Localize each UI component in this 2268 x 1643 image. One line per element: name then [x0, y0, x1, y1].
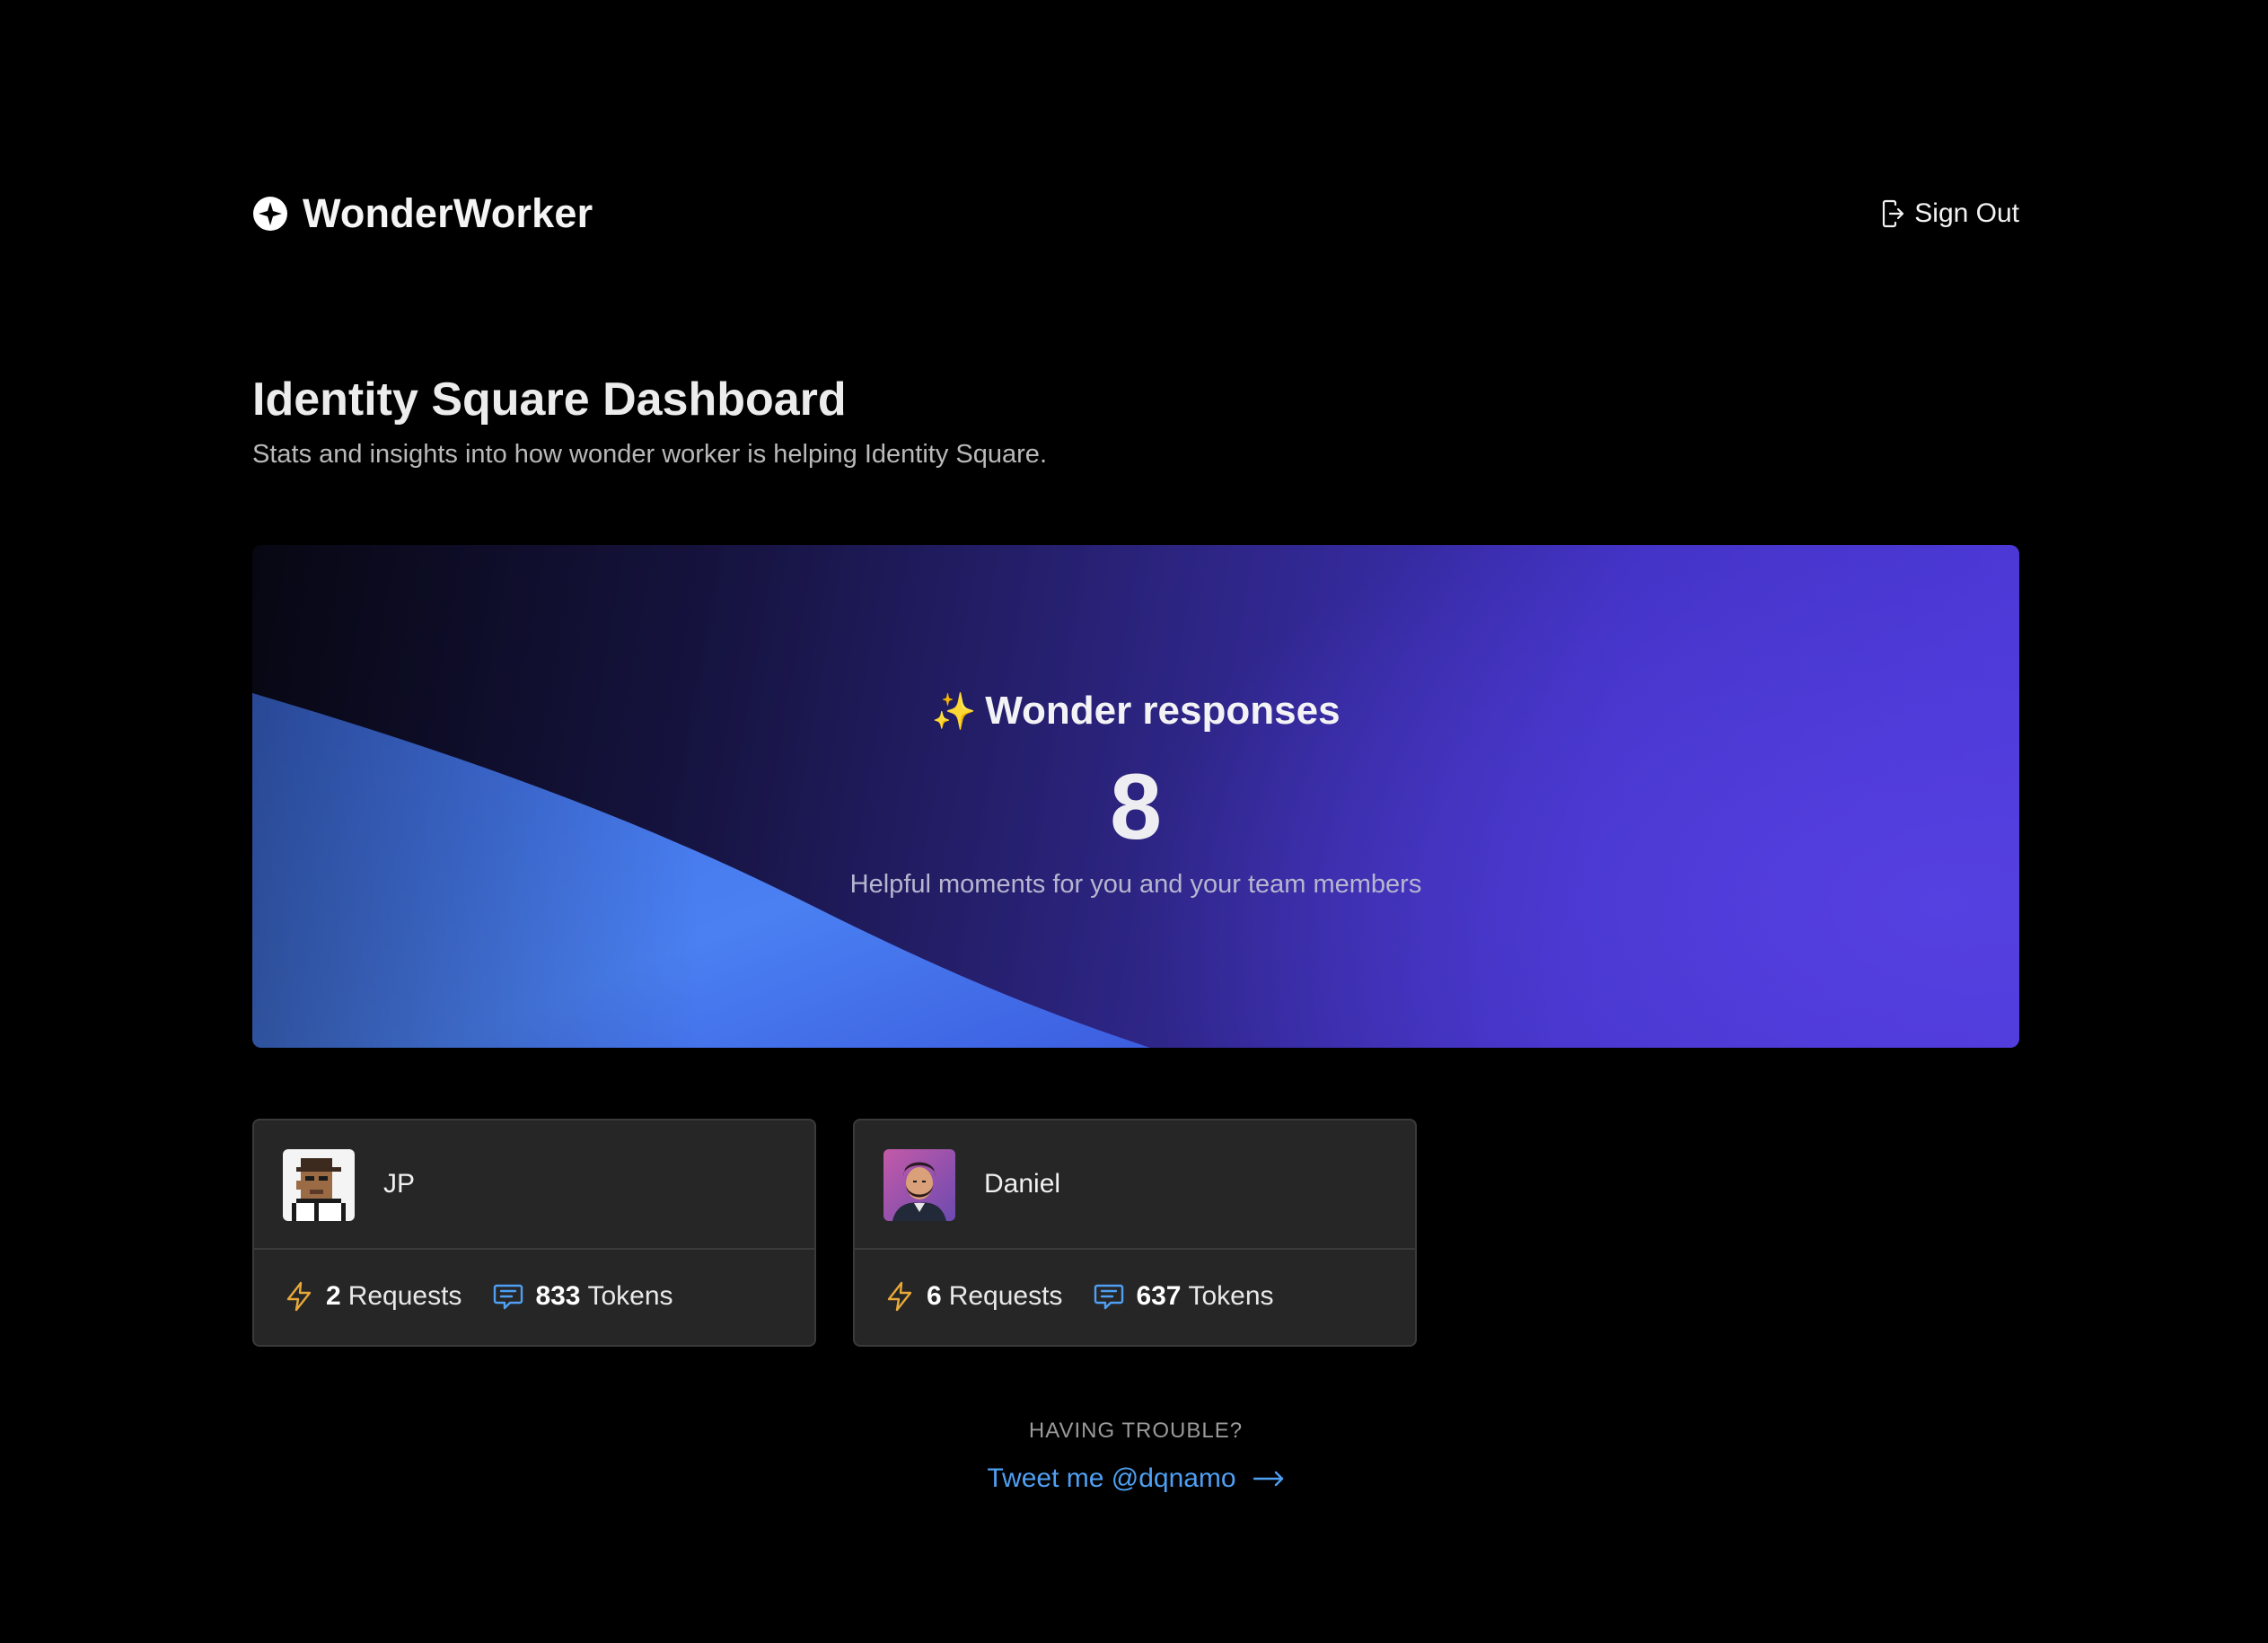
chat-bubble-icon	[494, 1284, 523, 1310]
sign-out-icon	[1883, 199, 1904, 228]
tokens-count: 833	[535, 1281, 581, 1311]
member-stats: 2 Requests 833 Tokens	[283, 1280, 673, 1313]
header: WonderWorker Sign Out	[252, 189, 2019, 239]
page-subtitle: Stats and insights into how wonder worke…	[252, 440, 1047, 469]
tweet-link[interactable]: Tweet me @dqnamo	[252, 1463, 2019, 1494]
member-card-daniel[interactable]: Daniel 6 Requests 637 Tokens	[853, 1119, 1417, 1347]
member-name: JP	[383, 1169, 416, 1199]
member-stats: 6 Requests 637 Tokens	[883, 1280, 1274, 1313]
member-name: Daniel	[984, 1169, 1061, 1199]
hero-caption: Helpful moments for you and your team me…	[849, 870, 1422, 899]
wonderworker-logo-icon	[253, 197, 287, 231]
having-trouble-label: HAVING TROUBLE?	[1028, 1419, 1244, 1443]
chat-bubble-icon	[1094, 1284, 1124, 1310]
tokens-stat: 833 Tokens	[492, 1280, 673, 1313]
member-card-header: Daniel	[855, 1120, 1415, 1250]
requests-count: 2	[326, 1281, 341, 1311]
page-title: Identity Square Dashboard	[252, 373, 847, 426]
tokens-count: 637	[1136, 1281, 1182, 1311]
wonder-responses-hero: ✨ Wonder responses 8 Helpful moments for …	[252, 545, 2019, 1048]
requests-stat: 2 Requests	[283, 1280, 462, 1313]
member-card-jp[interactable]: JP 2 Requests 833 Tokens	[252, 1119, 816, 1347]
sign-out-button[interactable]: Sign Out	[1880, 189, 2019, 239]
hero-heading-label: Wonder responses	[985, 689, 1341, 733]
sparkles-icon: ✨	[931, 692, 977, 732]
hero-heading: ✨ Wonder responses	[252, 689, 2019, 734]
member-card-header: JP	[254, 1120, 814, 1250]
requests-stat: 6 Requests	[883, 1280, 1062, 1313]
lightning-icon	[286, 1281, 312, 1312]
requests-count: 6	[927, 1281, 942, 1311]
portrait-avatar	[883, 1149, 955, 1221]
sign-out-label: Sign Out	[1914, 198, 2019, 228]
arrow-right-icon	[1253, 1471, 1283, 1487]
logo[interactable]: WonderWorker	[252, 189, 593, 239]
tokens-label: Tokens	[587, 1281, 673, 1311]
avatar	[883, 1149, 955, 1221]
tokens-label: Tokens	[1188, 1281, 1274, 1311]
lightning-icon	[887, 1281, 912, 1312]
tweet-link-label: Tweet me @dqnamo	[987, 1463, 1236, 1493]
tokens-stat: 637 Tokens	[1093, 1280, 1274, 1313]
pixel-art-avatar	[283, 1149, 355, 1221]
wonder-responses-count: 8	[1110, 755, 1162, 859]
requests-label: Requests	[948, 1281, 1063, 1311]
requests-label: Requests	[347, 1281, 462, 1311]
app-name: WonderWorker	[303, 190, 593, 236]
avatar	[283, 1149, 355, 1221]
